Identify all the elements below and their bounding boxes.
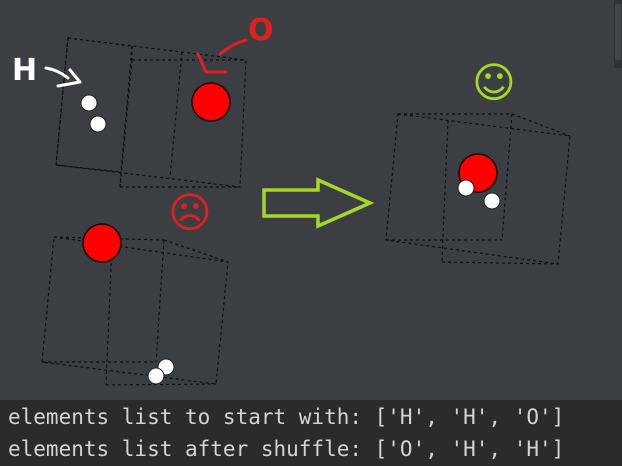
happy-face-icon: ☺ [472, 58, 516, 107]
right-arrow-icon [262, 177, 375, 229]
console-line: elements list after shuffle: ['O', 'H', … [8, 437, 565, 461]
oxygen-atom [82, 223, 122, 263]
scrollbar-thumb[interactable] [615, 4, 621, 60]
oxygen-pointer-arrow [196, 38, 248, 74]
hydrogen-atom [483, 192, 501, 210]
hydrogen-pointer-arrow [44, 66, 82, 88]
hydrogen-atom [457, 179, 475, 197]
hydrogen-atom [89, 115, 107, 133]
unit-cell-bottom-left [41, 236, 229, 386]
hydrogen-atom [80, 94, 98, 112]
sad-face-icon: ☹ [168, 188, 212, 237]
hydrogen-atom [147, 367, 165, 385]
molecule-diagram: H O ☹ ☺ [12, 13, 571, 386]
oxygen-atom [191, 82, 231, 122]
oxygen-label: O [248, 13, 274, 48]
screenshot-stage: H O ☹ ☺ elements list to start with: ['H… [0, 0, 622, 466]
console-line: elements list to start with: ['H', 'H', … [8, 405, 565, 429]
console-output: elements list to start with: ['H', 'H', … [0, 400, 622, 466]
scrollbar[interactable] [614, 0, 622, 68]
hydrogen-label: H [12, 53, 37, 88]
